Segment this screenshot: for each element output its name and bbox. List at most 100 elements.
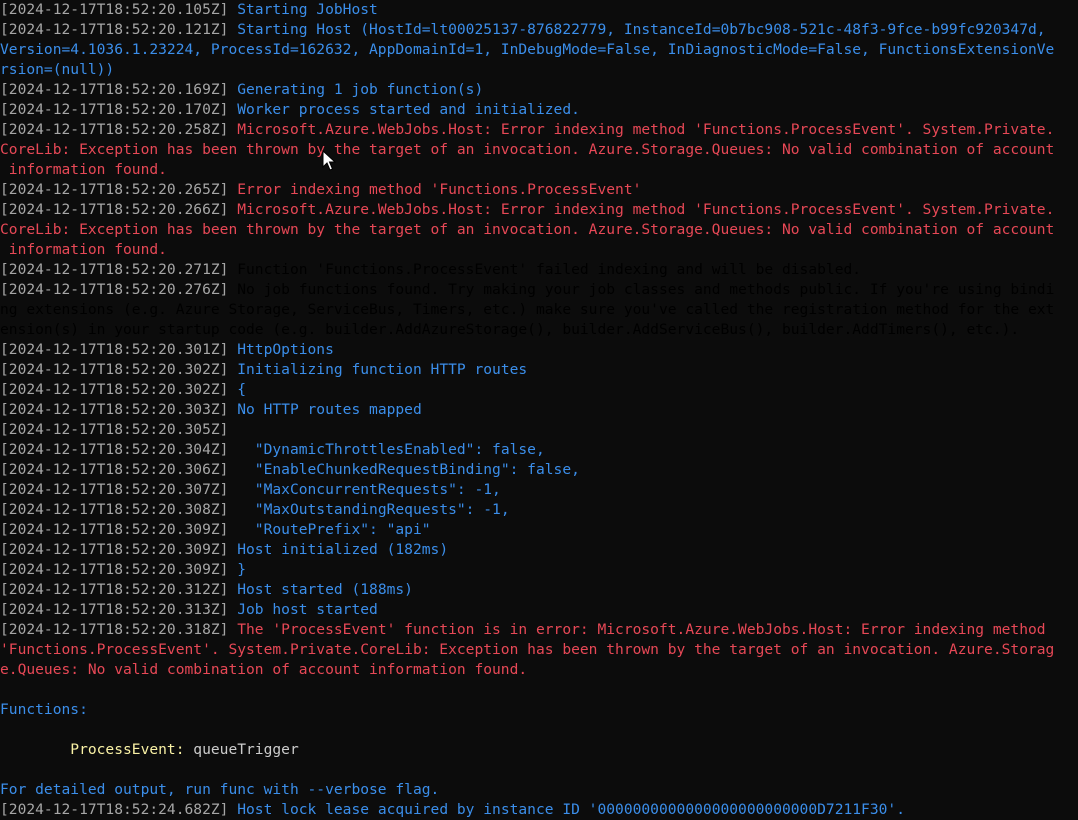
log-message: "DynamicThrottlesEnabled": false,	[237, 441, 545, 458]
log-message: Error indexing method 'Functions.Process…	[237, 181, 642, 198]
log-message: Version=4.1036.1.23224, ProcessId=162632…	[0, 41, 1055, 58]
log-line: [2024-12-17T18:52:20.105Z] Starting JobH…	[0, 0, 1078, 20]
log-message: Function 'Functions.ProcessEvent' failed…	[237, 261, 862, 278]
log-line: [2024-12-17T18:52:24.682Z] Host lock lea…	[0, 800, 1078, 820]
log-message: CoreLib: Exception has been thrown by th…	[0, 141, 1055, 158]
log-timestamp: [2024-12-17T18:52:24.682Z]	[0, 801, 238, 818]
log-line: CoreLib: Exception has been thrown by th…	[0, 220, 1078, 240]
log-message: No job functions found. Try making your …	[237, 281, 1055, 298]
log-line: [2024-12-17T18:52:20.309Z] Host initiali…	[0, 540, 1078, 560]
log-line: [2024-12-17T18:52:20.121Z] Starting Host…	[0, 20, 1078, 40]
log-timestamp: [2024-12-17T18:52:20.301Z]	[0, 341, 238, 358]
log-timestamp: [2024-12-17T18:52:20.169Z]	[0, 81, 238, 98]
log-message: }	[237, 561, 247, 578]
log-message: "MaxConcurrentRequests": -1,	[237, 481, 501, 498]
log-line: [2024-12-17T18:52:20.309Z] "RoutePrefix"…	[0, 520, 1078, 540]
log-line: Version=4.1036.1.23224, ProcessId=162632…	[0, 40, 1078, 60]
log-message: Generating 1 job function(s)	[237, 81, 484, 98]
log-message: The 'ProcessEvent' function is in error:…	[237, 621, 1046, 638]
log-timestamp: [2024-12-17T18:52:20.309Z]	[0, 561, 238, 578]
log-timestamp: [2024-12-17T18:52:20.276Z]	[0, 281, 238, 298]
log-line: e.Queues: No valid combination of accoun…	[0, 660, 1078, 680]
log-line: [2024-12-17T18:52:20.265Z] Error indexin…	[0, 180, 1078, 200]
log-timestamp: [2024-12-17T18:52:20.309Z]	[0, 521, 238, 538]
mouse-cursor-icon	[322, 150, 336, 171]
log-line: [2024-12-17T18:52:20.303Z] No HTTP route…	[0, 400, 1078, 420]
log-message: For detailed output, run func with --ver…	[0, 781, 440, 798]
log-message: Initializing function HTTP routes	[237, 361, 528, 378]
log-timestamp: [2024-12-17T18:52:20.266Z]	[0, 201, 238, 218]
log-message: ng extensions (e.g. Azure Storage, Servi…	[0, 301, 1055, 318]
log-line: ension(s) in your startup code (e.g. bui…	[0, 320, 1078, 340]
log-message: ension(s) in your startup code (e.g. bui…	[0, 321, 1020, 338]
log-line: [2024-12-17T18:52:20.302Z] Initializing …	[0, 360, 1078, 380]
log-timestamp: [2024-12-17T18:52:20.105Z]	[0, 1, 238, 18]
log-timestamp: [2024-12-17T18:52:20.308Z]	[0, 501, 238, 518]
log-timestamp: [2024-12-17T18:52:20.313Z]	[0, 601, 238, 618]
log-line: [2024-12-17T18:52:20.306Z] "EnableChunke…	[0, 460, 1078, 480]
log-message: 'Functions.ProcessEvent'. System.Private…	[0, 641, 1055, 658]
log-line: ProcessEvent: queueTrigger	[0, 740, 1078, 760]
log-message: Host started (188ms)	[237, 581, 413, 598]
log-message: "RoutePrefix": "api"	[237, 521, 431, 538]
log-line: [2024-12-17T18:52:20.271Z] Function 'Fun…	[0, 260, 1078, 280]
log-timestamp: [2024-12-17T18:52:20.318Z]	[0, 621, 238, 638]
log-line: information found.	[0, 240, 1078, 260]
log-line: Functions:	[0, 700, 1078, 720]
log-line: [2024-12-17T18:52:20.312Z] Host started …	[0, 580, 1078, 600]
terminal-output[interactable]: [2024-12-17T18:52:20.105Z] Starting JobH…	[0, 0, 1078, 820]
log-line: rsion=(null))	[0, 60, 1078, 80]
log-timestamp: [2024-12-17T18:52:20.307Z]	[0, 481, 238, 498]
log-message: {	[237, 381, 247, 398]
log-message: rsion=(null))	[0, 61, 115, 78]
log-line: [2024-12-17T18:52:20.170Z] Worker proces…	[0, 100, 1078, 120]
log-timestamp: [2024-12-17T18:52:20.305Z]	[0, 421, 229, 438]
log-line: [2024-12-17T18:52:20.309Z] }	[0, 560, 1078, 580]
log-message: HttpOptions	[237, 341, 334, 358]
log-message: Starting JobHost	[237, 1, 378, 18]
log-timestamp: [2024-12-17T18:52:20.303Z]	[0, 401, 238, 418]
log-message: Host lock lease acquired by instance ID …	[237, 801, 905, 818]
log-message: information found.	[0, 241, 167, 258]
log-line: 'Functions.ProcessEvent'. System.Private…	[0, 640, 1078, 660]
log-line: For detailed output, run func with --ver…	[0, 780, 1078, 800]
log-line: [2024-12-17T18:52:20.266Z] Microsoft.Azu…	[0, 200, 1078, 220]
log-timestamp: [2024-12-17T18:52:20.306Z]	[0, 461, 238, 478]
log-timestamp: [2024-12-17T18:52:20.312Z]	[0, 581, 238, 598]
log-message: No HTTP routes mapped	[237, 401, 422, 418]
log-message: e.Queues: No valid combination of accoun…	[0, 661, 528, 678]
log-line: [2024-12-17T18:52:20.305Z]	[0, 420, 1078, 440]
log-line: [2024-12-17T18:52:20.258Z] Microsoft.Azu…	[0, 120, 1078, 140]
log-timestamp: [2024-12-17T18:52:20.170Z]	[0, 101, 238, 118]
function-trigger: queueTrigger	[184, 741, 299, 758]
log-line: [2024-12-17T18:52:20.302Z] {	[0, 380, 1078, 400]
log-timestamp: [2024-12-17T18:52:20.302Z]	[0, 361, 238, 378]
log-timestamp: [2024-12-17T18:52:20.309Z]	[0, 541, 238, 558]
log-message: Host initialized (182ms)	[237, 541, 449, 558]
log-timestamp: [2024-12-17T18:52:20.271Z]	[0, 261, 238, 278]
log-timestamp: [2024-12-17T18:52:20.304Z]	[0, 441, 238, 458]
log-line: CoreLib: Exception has been thrown by th…	[0, 140, 1078, 160]
log-line: [2024-12-17T18:52:20.301Z] HttpOptions	[0, 340, 1078, 360]
log-line: ng extensions (e.g. Azure Storage, Servi…	[0, 300, 1078, 320]
log-line: [2024-12-17T18:52:20.308Z] "MaxOutstandi…	[0, 500, 1078, 520]
log-timestamp: [2024-12-17T18:52:20.265Z]	[0, 181, 238, 198]
log-message: Worker process started and initialized.	[237, 101, 580, 118]
log-message: Starting Host (HostId=lt00025137-8768227…	[237, 21, 1046, 38]
log-line: [2024-12-17T18:52:20.276Z] No job functi…	[0, 280, 1078, 300]
log-timestamp: [2024-12-17T18:52:20.121Z]	[0, 21, 238, 38]
log-line: [2024-12-17T18:52:20.304Z] "DynamicThrot…	[0, 440, 1078, 460]
log-message: Functions:	[0, 701, 88, 718]
log-line: information found.	[0, 160, 1078, 180]
log-message: CoreLib: Exception has been thrown by th…	[0, 221, 1055, 238]
log-line: [2024-12-17T18:52:20.313Z] Job host star…	[0, 600, 1078, 620]
log-line: [2024-12-17T18:52:20.169Z] Generating 1 …	[0, 80, 1078, 100]
log-line: [2024-12-17T18:52:20.318Z] The 'ProcessE…	[0, 620, 1078, 640]
log-timestamp: [2024-12-17T18:52:20.302Z]	[0, 381, 238, 398]
log-timestamp: [2024-12-17T18:52:20.258Z]	[0, 121, 238, 138]
log-message: "MaxOutstandingRequests": -1,	[237, 501, 510, 518]
function-name: ProcessEvent:	[0, 741, 185, 758]
